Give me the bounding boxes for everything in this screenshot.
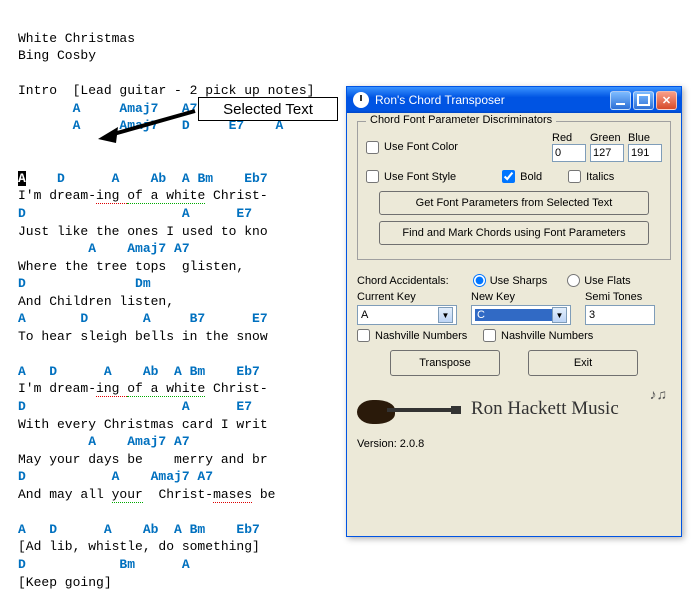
exit-button[interactable]: Exit bbox=[528, 350, 638, 376]
version-label: Version: 2.0.8 bbox=[357, 438, 424, 450]
chord-row[interactable]: D A E7 bbox=[18, 206, 252, 221]
artist: Bing Cosby bbox=[18, 48, 96, 63]
chord-row[interactable]: D Dm bbox=[18, 276, 151, 291]
chord-row[interactable]: D A Ab A Bm Eb7 bbox=[26, 171, 268, 186]
app-icon bbox=[353, 92, 369, 108]
chord-row[interactable]: A Amaj7 A7 bbox=[18, 241, 190, 256]
close-button[interactable] bbox=[656, 91, 677, 110]
lyric-line: [Keep going] bbox=[18, 575, 112, 590]
green-label: Green bbox=[590, 132, 624, 144]
signature-text: Ron Hackett Music bbox=[471, 398, 619, 420]
bold-checkbox[interactable]: Bold bbox=[502, 170, 542, 183]
lyric-line: To hear sleigh bells in the snow bbox=[18, 329, 268, 344]
lyric-line: [Ad lib, whistle, do something] bbox=[18, 539, 260, 554]
use-font-color-checkbox[interactable]: Use Font Color bbox=[366, 141, 458, 154]
get-font-params-button[interactable]: Get Font Parameters from Selected Text bbox=[379, 191, 649, 215]
chord-row[interactable]: A Amaj7 D E7 A bbox=[73, 118, 284, 133]
semi-tones-label: Semi Tones bbox=[585, 291, 655, 303]
nashville-current-checkbox[interactable]: Nashville Numbers bbox=[357, 329, 469, 342]
chord-row[interactable]: A D A Ab A Bm Eb7 bbox=[18, 522, 260, 537]
lyric-line: I'm dream-ing of a white Christ- bbox=[18, 381, 268, 397]
blue-label: Blue bbox=[628, 132, 662, 144]
new-key-select[interactable]: C ▼ bbox=[471, 305, 571, 325]
group-legend: Chord Font Parameter Discriminators bbox=[366, 114, 556, 126]
song-title: White Christmas bbox=[18, 31, 135, 46]
semi-tones-input[interactable] bbox=[585, 305, 655, 325]
chevron-down-icon[interactable]: ▼ bbox=[438, 307, 453, 323]
lyric-line: And may all your Christ-mases be bbox=[18, 487, 275, 503]
use-flats-input[interactable] bbox=[567, 274, 580, 287]
chord-row[interactable]: A D A B7 E7 bbox=[18, 311, 268, 326]
chord-row[interactable]: D Bm A bbox=[18, 557, 190, 572]
chord-row[interactable]: A Amaj7 A7 D Dm bbox=[73, 101, 299, 116]
current-key-select[interactable]: A ▼ bbox=[357, 305, 457, 325]
signature-area: Ron Hackett Music ♪♫ bbox=[357, 386, 671, 432]
intro-note: [Lead guitar - 2 pick up notes] bbox=[73, 83, 315, 98]
use-sharps-radio[interactable]: Use Sharps bbox=[473, 274, 547, 287]
blue-input[interactable] bbox=[628, 144, 662, 162]
use-flats-radio[interactable]: Use Flats bbox=[567, 274, 630, 287]
intro-label: Intro bbox=[18, 83, 57, 98]
chord-row[interactable]: D A E7 bbox=[18, 399, 252, 414]
italics-checkbox[interactable]: Italics bbox=[568, 170, 614, 183]
maximize-button[interactable] bbox=[633, 91, 654, 110]
lyric-line: And Children listen, bbox=[18, 294, 174, 309]
selected-chord[interactable]: A bbox=[18, 171, 26, 186]
chevron-down-icon[interactable]: ▼ bbox=[552, 307, 567, 323]
red-label: Red bbox=[552, 132, 586, 144]
font-params-group: Chord Font Parameter Discriminators Use … bbox=[357, 121, 671, 260]
chord-row[interactable]: D A Amaj7 A7 bbox=[18, 469, 213, 484]
transpose-button[interactable]: Transpose bbox=[390, 350, 500, 376]
use-font-style-input[interactable] bbox=[366, 170, 379, 183]
use-sharps-input[interactable] bbox=[473, 274, 486, 287]
music-notes-icon: ♪♫ bbox=[650, 386, 668, 402]
new-key-label: New Key bbox=[471, 291, 571, 303]
lyric-line: I'm dream-ing of a white Christ- bbox=[18, 188, 268, 204]
lyric-line: With every Christmas card I writ bbox=[18, 417, 268, 432]
minimize-button[interactable] bbox=[610, 91, 631, 110]
nashville-new-checkbox[interactable]: Nashville Numbers bbox=[483, 329, 593, 342]
accidentals-label: Chord Accidentals: bbox=[357, 275, 449, 287]
guitar-icon bbox=[357, 394, 467, 424]
find-mark-chords-button[interactable]: Find and Mark Chords using Font Paramete… bbox=[379, 221, 649, 245]
nashville-current-input[interactable] bbox=[357, 329, 370, 342]
use-font-style-checkbox[interactable]: Use Font Style bbox=[366, 170, 456, 183]
chord-row[interactable]: A Amaj7 A7 bbox=[18, 434, 190, 449]
titlebar[interactable]: Ron's Chord Transposer bbox=[347, 87, 681, 113]
green-input[interactable] bbox=[590, 144, 624, 162]
red-input[interactable] bbox=[552, 144, 586, 162]
lyric-line: Where the tree tops glisten, bbox=[18, 259, 244, 274]
bold-input[interactable] bbox=[502, 170, 515, 183]
lyric-line: Just like the ones I used to kno bbox=[18, 224, 268, 239]
italics-input[interactable] bbox=[568, 170, 581, 183]
nashville-new-input[interactable] bbox=[483, 329, 496, 342]
transposer-dialog: Ron's Chord Transposer Chord Font Parame… bbox=[346, 86, 682, 537]
lyric-line: May your days be merry and br bbox=[18, 452, 268, 467]
chord-row[interactable]: A D A Ab A Bm Eb7 bbox=[18, 364, 260, 379]
dialog-title: Ron's Chord Transposer bbox=[375, 93, 608, 107]
use-font-color-input[interactable] bbox=[366, 141, 379, 154]
current-key-label: Current Key bbox=[357, 291, 457, 303]
